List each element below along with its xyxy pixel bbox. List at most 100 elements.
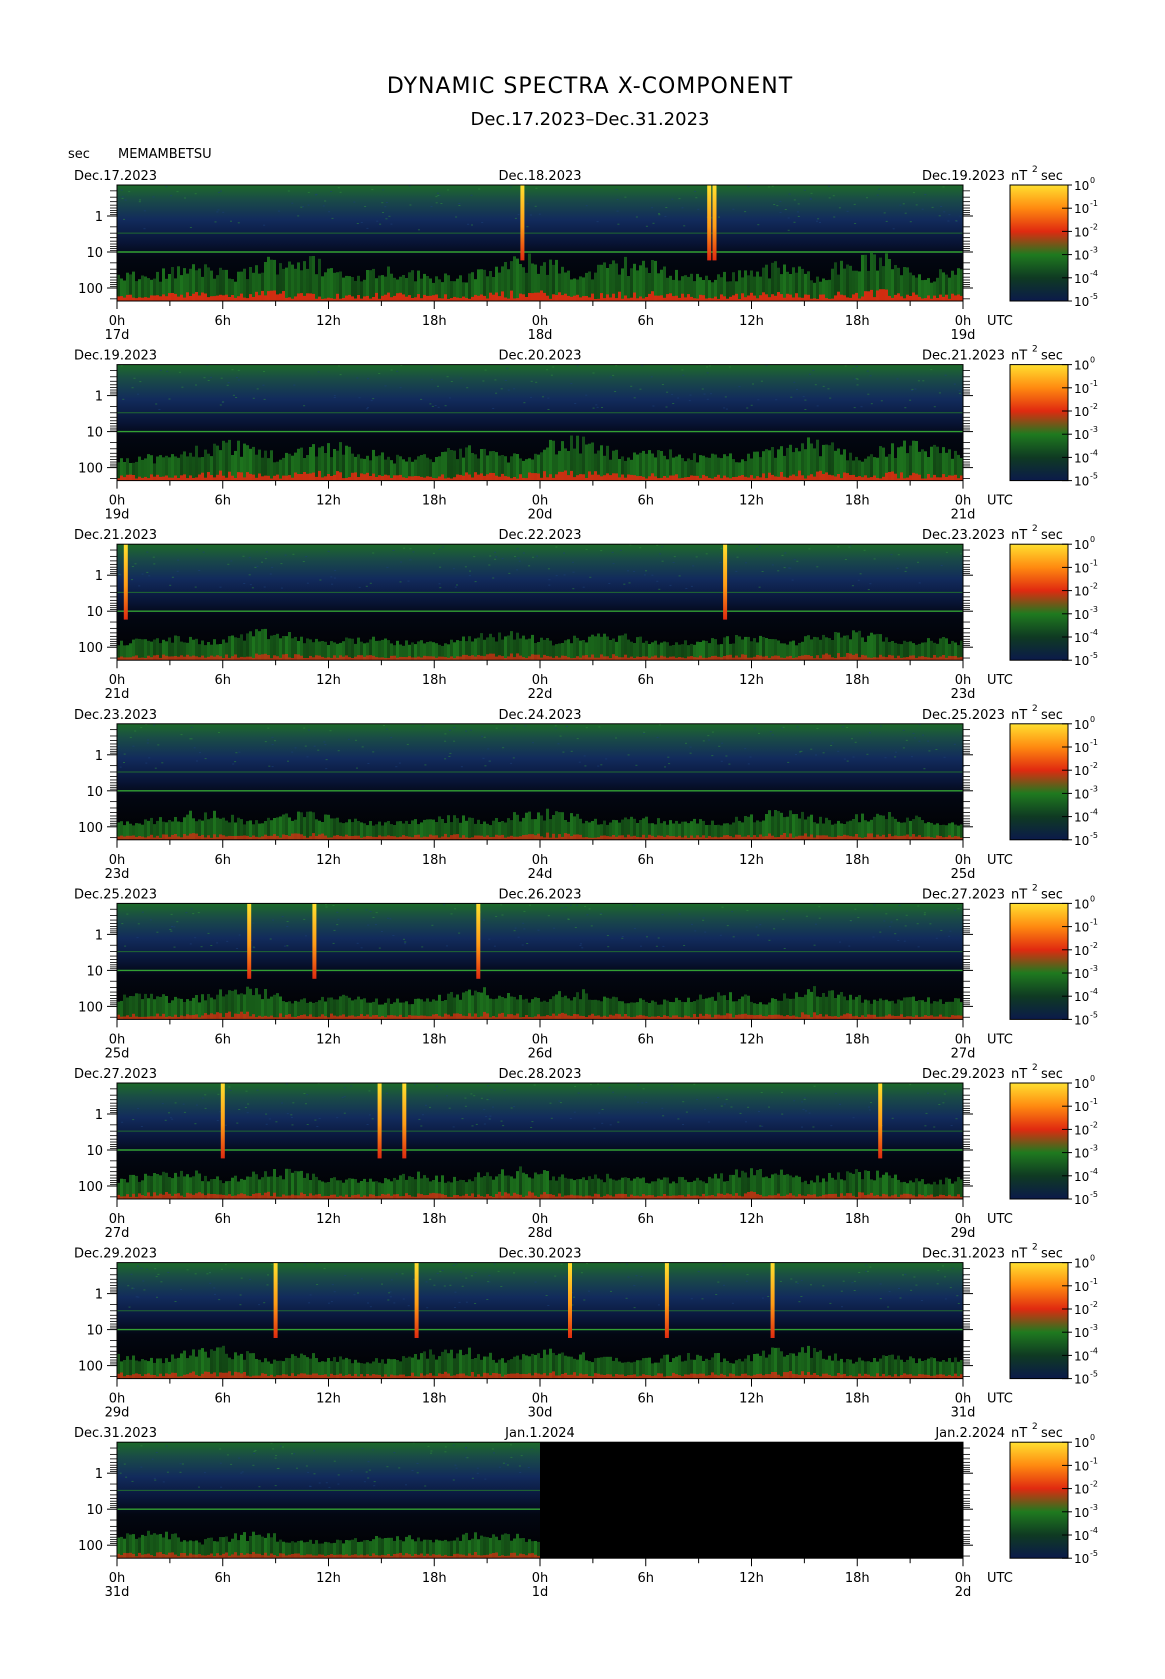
activity-peak — [714, 655, 717, 661]
noise-speck — [612, 374, 615, 376]
activity-peak — [657, 295, 660, 301]
activity-peak — [552, 1013, 555, 1020]
activity-peak — [282, 291, 285, 301]
activity-peak — [948, 475, 951, 481]
colorbar-tick-base: 10 — [1074, 295, 1089, 309]
activity-peak — [288, 1195, 291, 1199]
activity-peak — [501, 473, 504, 481]
x-tick-label: 6h — [214, 853, 231, 868]
noise-speck — [928, 750, 931, 752]
activity-peak — [483, 1011, 486, 1020]
activity-peak — [765, 294, 768, 301]
noise-speck — [755, 926, 758, 928]
activity-peak — [384, 294, 387, 301]
activity-column — [684, 640, 687, 661]
activity-column — [396, 640, 399, 661]
activity-peak — [162, 294, 165, 301]
activity-column — [321, 276, 324, 301]
activity-column — [726, 281, 729, 301]
noise-speck — [219, 586, 222, 588]
noise-speck — [705, 553, 708, 555]
noise-speck — [430, 378, 433, 380]
activity-peak — [630, 474, 633, 481]
activity-column — [594, 636, 597, 661]
activity-peak — [426, 295, 429, 301]
activity-peak — [420, 1194, 423, 1199]
activity-peak — [510, 1014, 513, 1020]
noise-speck — [203, 377, 206, 379]
x-tick-label: 18h — [845, 314, 870, 329]
noise-speck — [514, 217, 517, 219]
noise-speck — [447, 189, 449, 191]
activity-peak — [573, 834, 576, 840]
spectrogram-panel: Dec.23.2023 Dec.24.2023 Dec.25.2023 nT 2 sec1… — [74, 704, 1098, 882]
activity-peak — [348, 294, 351, 301]
noise-speck — [747, 186, 750, 188]
activity-column — [630, 816, 633, 840]
noise-speck — [894, 933, 897, 935]
noise-speck — [170, 930, 173, 932]
noise-speck — [155, 403, 158, 405]
noise-speck — [285, 1083, 288, 1085]
noise-speck — [697, 208, 700, 210]
noise-speck — [851, 738, 853, 740]
activity-peak — [834, 476, 837, 481]
panel-left-date: Dec.23.2023 — [74, 708, 157, 723]
noise-speck — [530, 380, 533, 382]
noise-speck — [480, 1097, 483, 1099]
activity-column — [420, 455, 423, 481]
noise-speck — [458, 932, 461, 934]
noise-speck — [493, 945, 496, 947]
activity-peak — [723, 296, 726, 301]
activity-peak — [840, 836, 843, 840]
activity-peak — [273, 834, 276, 840]
noise-speck — [548, 584, 551, 586]
activity-peak — [300, 655, 303, 661]
noise-speck — [470, 1093, 473, 1095]
noise-speck — [909, 1084, 912, 1086]
activity-column — [696, 273, 699, 301]
activity-peak — [453, 1195, 456, 1199]
noise-speck — [796, 560, 799, 562]
day-label: 25d — [951, 867, 976, 882]
noise-speck — [786, 910, 788, 912]
activity-column — [774, 1173, 777, 1199]
noise-speck — [522, 922, 525, 924]
noise-speck — [469, 570, 471, 572]
activity-peak — [483, 475, 486, 481]
activity-peak — [624, 654, 627, 661]
noise-speck — [324, 200, 327, 202]
colorbar-tick-exponent: -2 — [1090, 761, 1098, 770]
activity-peak — [714, 476, 717, 481]
activity-peak — [270, 1015, 273, 1020]
x-tick-label: 12h — [739, 314, 764, 329]
noise-speck — [855, 378, 858, 380]
activity-peak — [723, 1015, 726, 1020]
activity-peak — [687, 656, 690, 661]
activity-peak — [549, 474, 552, 481]
activity-peak — [648, 293, 651, 301]
activity-peak — [381, 836, 384, 840]
noise-speck — [635, 764, 638, 766]
noise-speck — [872, 936, 875, 938]
noise-speck — [388, 215, 391, 217]
activity-column — [378, 640, 381, 661]
activity-peak — [258, 473, 261, 481]
activity-peak — [951, 293, 954, 301]
activity-peak — [237, 835, 240, 840]
noise-speck — [126, 913, 129, 915]
activity-column — [801, 443, 804, 481]
noise-speck — [678, 913, 681, 915]
activity-peak — [234, 836, 237, 840]
noise-speck — [732, 936, 735, 938]
activity-column — [471, 995, 474, 1020]
activity-column — [705, 825, 708, 840]
activity-column — [192, 456, 195, 481]
noise-speck — [176, 921, 179, 923]
colorbar-tick-base: 10 — [1074, 359, 1089, 373]
activity-peak — [393, 655, 396, 661]
activity-peak — [618, 835, 621, 840]
colorbar — [1009, 723, 1069, 841]
activity-peak — [153, 476, 156, 481]
noise-speck — [815, 754, 817, 756]
